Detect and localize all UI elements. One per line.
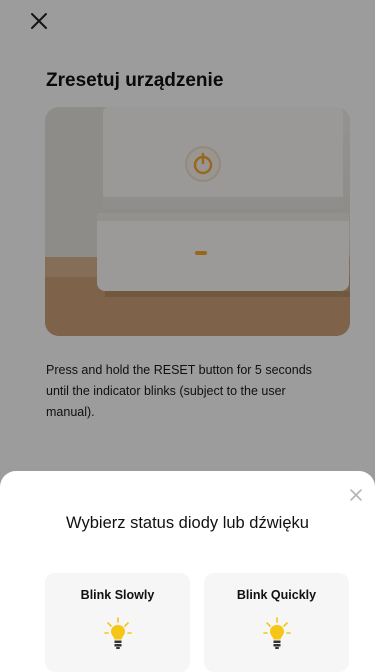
- sheet-title: Wybierz status diody lub dźwięku: [66, 514, 309, 532]
- option-label: Blink Quickly: [236, 588, 317, 602]
- blink-slowly-option[interactable]: Blink Slowly: [45, 573, 190, 672]
- option-label: Blink Slowly: [80, 588, 155, 602]
- bulb-icon: [103, 617, 132, 649]
- blink-quickly-option[interactable]: Blink Quickly: [204, 573, 349, 672]
- close-icon[interactable]: [349, 488, 363, 502]
- bulb-icon: [262, 617, 291, 649]
- status-selection-sheet: Wybierz status diody lub dźwięku Blink S…: [0, 471, 375, 672]
